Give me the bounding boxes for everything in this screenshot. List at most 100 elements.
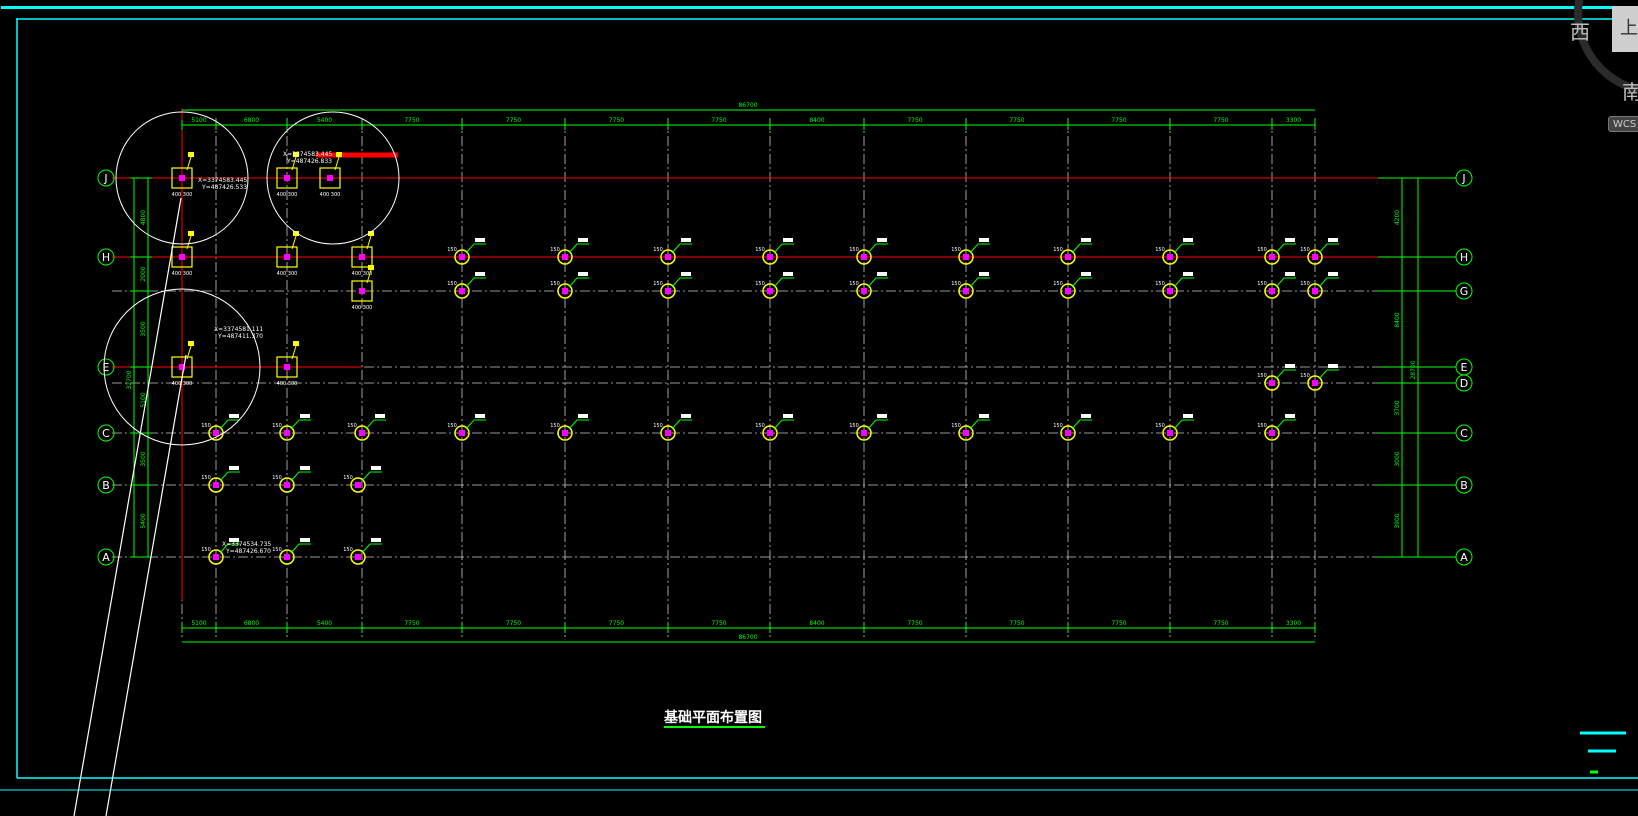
pile-cap-dim: 400 300 [277, 192, 298, 198]
pile-tag [578, 414, 588, 418]
pile-core [1269, 288, 1275, 294]
pile-tag [300, 538, 310, 542]
viewcube-west-label[interactable]: 西 [1570, 16, 1590, 45]
pile-label: 150 [849, 281, 859, 287]
pile-label: 150 [849, 423, 859, 429]
dimension-text: 7750 [711, 117, 726, 124]
pile-label: 150 [201, 423, 211, 429]
pile-label: 150 [343, 547, 353, 553]
dimension-text: 8400 [809, 117, 824, 124]
pile-label: 150 [653, 423, 663, 429]
pile-core [963, 254, 969, 260]
pile-tag [783, 414, 793, 418]
pile-label: 150 [272, 547, 282, 553]
pile-tag [877, 272, 887, 276]
pile-leader [1318, 243, 1328, 254]
left-dimension-text: 5400 [140, 513, 147, 528]
pile-cap-core [284, 364, 290, 370]
pile-tag [578, 272, 588, 276]
pile-label: 150 [1053, 247, 1063, 253]
dimension-text: 7750 [1111, 117, 1126, 124]
pile-label: 150 [447, 247, 457, 253]
pile-tag [681, 272, 691, 276]
pile-tag [783, 272, 793, 276]
pile-label: 150 [201, 547, 211, 553]
pile-label: 150 [755, 423, 765, 429]
pile-core [213, 482, 219, 488]
pile-label: 150 [343, 475, 353, 481]
pile-leader [969, 243, 979, 254]
pile-cap-dim: 400 300 [172, 271, 193, 277]
dimension-text: 7750 [404, 117, 419, 124]
pile-leader [1275, 243, 1285, 254]
pile-cap-tag [368, 265, 374, 270]
pile-label: 150 [1053, 423, 1063, 429]
pile-label: 150 [201, 475, 211, 481]
pile-label: 150 [1257, 281, 1267, 287]
pile-leader [219, 419, 229, 430]
pile-core [1167, 430, 1173, 436]
pile-tag [475, 272, 485, 276]
pile-core [861, 430, 867, 436]
dimension-text: 7750 [506, 620, 521, 627]
right-dimension-text: 4200 [1394, 210, 1401, 225]
left-dimension-text: 3500 [140, 451, 147, 466]
right-overall-text: 28700 [1410, 360, 1417, 379]
pile-tag [1285, 272, 1295, 276]
dimension-text: 5100 [191, 117, 206, 124]
pile-cap-tag [336, 152, 342, 157]
dimension-text: 6800 [244, 620, 259, 627]
leader-line-1 [73, 197, 182, 816]
grid-bubble-left-label: B [102, 479, 110, 492]
pile-cap-tag [188, 231, 194, 236]
pile-tag [1081, 272, 1091, 276]
pile-leader [867, 243, 877, 254]
dimension-text: 6800 [244, 117, 259, 124]
pile-cap-core [179, 254, 185, 260]
pile-core [1167, 288, 1173, 294]
dimension-text: 7750 [1009, 620, 1024, 627]
dimension-lines [130, 109, 1422, 643]
grid-bubble-right-label: J [1461, 172, 1465, 185]
pile-tag [371, 538, 381, 542]
pile-label: 150 [653, 281, 663, 287]
pile-cap-dim: 400 300 [277, 271, 298, 277]
viewcube-face-top[interactable]: 上 [1612, 6, 1638, 52]
pile-core [767, 288, 773, 294]
pile-tag [1285, 238, 1295, 242]
pile-core [1167, 254, 1173, 260]
viewcube[interactable]: 上 西 南 WCS [1560, 0, 1638, 140]
overall-dimension-bottom-text: 86700 [738, 634, 757, 641]
pile-leader [290, 419, 300, 430]
pile-cap-tag [188, 341, 194, 346]
viewcube-south-label[interactable]: 南 [1622, 76, 1638, 105]
coord-label-y: Y=487411.370 [217, 333, 263, 340]
pile-cap-core [327, 175, 333, 181]
pile-label: 150 [1053, 281, 1063, 287]
pile-label: 150 [1257, 247, 1267, 253]
pile-cap-dim: 400 300 [352, 305, 373, 311]
left-overall-text: 32700 [126, 370, 133, 389]
pile-leader [290, 471, 300, 482]
pile-cap-core [359, 288, 365, 294]
grid-bubble-right-label: E [1461, 361, 1468, 374]
dimension-text: 7750 [609, 620, 624, 627]
wcs-menu-button[interactable]: WCS [1608, 116, 1638, 132]
dimension-text: 7750 [1009, 117, 1024, 124]
pile-tag [475, 238, 485, 242]
right-dimension-text: 8400 [1394, 312, 1401, 327]
pile-core [1269, 254, 1275, 260]
pile-tag [979, 272, 989, 276]
left-dimension-text: 3500 [140, 321, 147, 336]
pile-tag [1328, 272, 1338, 276]
coord-label-x: X=3374583.445 [198, 177, 247, 184]
pile-leader [568, 277, 578, 288]
cad-drawing-canvas[interactable]: 400 300 400 300 400 300 400 300 400 300 400 3… [0, 0, 1638, 816]
pile-leader [219, 471, 229, 482]
coordinate-labels: X=3374583.445Y=487426.533X=3374583.445Y=… [198, 151, 332, 555]
pile-cap-dim: 400 300 [172, 381, 193, 387]
dimension-text: 7750 [404, 620, 419, 627]
grid-bubble-left-label: C [102, 427, 110, 440]
pile-label: 150 [951, 247, 961, 253]
pile-label: 150 [1300, 373, 1310, 379]
